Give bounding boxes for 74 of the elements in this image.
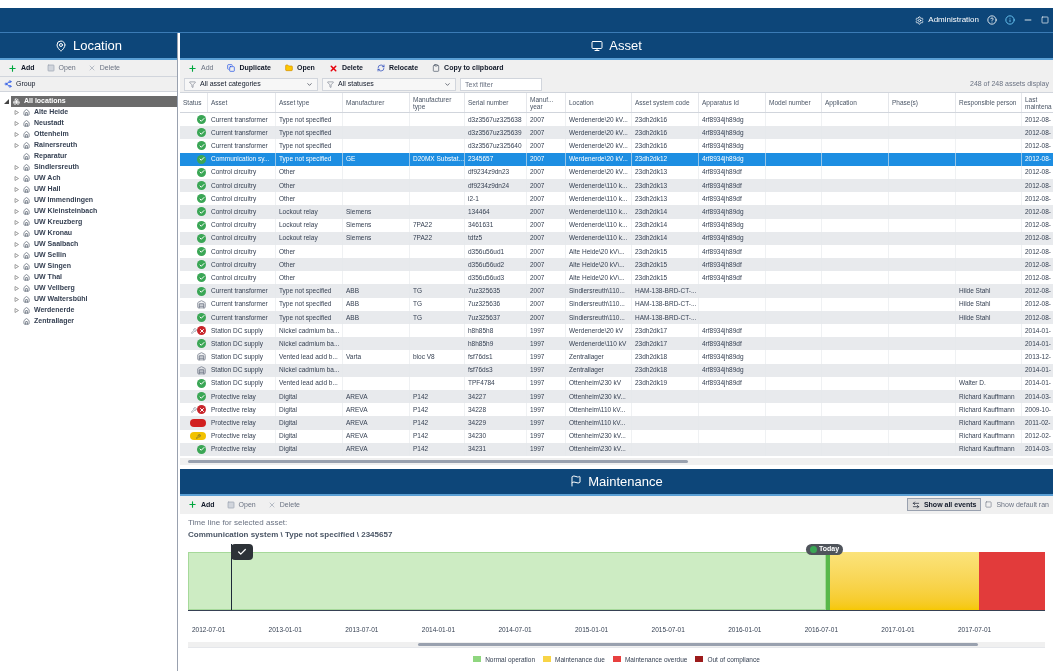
- expand-arrow-icon[interactable]: [14, 132, 19, 137]
- expand-arrow-icon[interactable]: [14, 110, 19, 115]
- panel-title: Asset: [609, 36, 642, 55]
- administration-button[interactable]: Administration: [915, 14, 979, 26]
- expand-arrow-icon[interactable]: [14, 165, 19, 170]
- swap-arrows-icon: [911, 500, 920, 509]
- filter-icon: [189, 80, 196, 88]
- expand-arrow-icon[interactable]: [14, 275, 19, 280]
- expand-arrow-icon[interactable]: [14, 286, 19, 291]
- house-icon: [23, 164, 30, 171]
- info-icon[interactable]: [1005, 15, 1015, 25]
- document-icon: [226, 500, 235, 509]
- expand-arrow-icon[interactable]: [14, 308, 19, 313]
- delete-icon: [328, 63, 338, 73]
- group-icon: [4, 80, 12, 88]
- check-icon: [237, 546, 247, 557]
- house-icon: [23, 296, 30, 303]
- expand-arrow-icon[interactable]: [14, 264, 19, 269]
- plus-icon: [188, 63, 197, 73]
- panel-title: Maintenance: [588, 472, 663, 491]
- selected-asset-path: Communication system \ Type not specified \ 2345657: [188, 528, 394, 541]
- document-icon: [46, 64, 55, 72]
- panel-title: Location: [72, 36, 123, 55]
- filter-icon: [327, 80, 334, 88]
- house-icon: [23, 142, 30, 149]
- house-icon: [23, 208, 30, 215]
- collapse-arrow-icon[interactable]: [4, 99, 9, 104]
- house-icon: [23, 153, 30, 160]
- expand-arrow-icon[interactable]: [14, 253, 19, 258]
- expand-arrow-icon[interactable]: [14, 176, 19, 181]
- expand-arrow-icon[interactable]: [14, 209, 19, 214]
- expand-arrow-icon[interactable]: [14, 143, 19, 148]
- house-icon: [23, 109, 30, 116]
- house-icon: [23, 120, 30, 127]
- location-icon: [54, 39, 67, 52]
- delete-icon: [87, 64, 96, 72]
- timeline-scrollbar[interactable]: [188, 641, 1045, 647]
- relocate-icon: [376, 64, 385, 72]
- house-icon: [23, 175, 30, 182]
- folder-icon: [285, 64, 293, 72]
- flag-icon: [570, 475, 583, 488]
- clipboard-icon: [432, 64, 441, 72]
- expand-arrow-icon[interactable]: [14, 121, 19, 126]
- checkbox-icon: [985, 501, 993, 509]
- plus-icon: [8, 63, 17, 73]
- expand-arrow-icon[interactable]: [14, 297, 19, 302]
- delete-icon: [267, 500, 276, 509]
- house-icon: [23, 318, 30, 325]
- house-icon: [23, 219, 30, 226]
- house-icon: [23, 274, 30, 281]
- house-icon: [23, 230, 30, 237]
- plus-icon: [188, 500, 197, 510]
- locations-icon: [13, 98, 20, 105]
- house-icon: [23, 263, 30, 270]
- maintenance-overdue-band: [978, 551, 1045, 610]
- house-icon: [23, 285, 30, 292]
- house-icon: [23, 197, 30, 204]
- settings-icon: [915, 15, 925, 25]
- horizontal-scrollbar[interactable]: [180, 457, 1053, 465]
- expand-arrow-icon[interactable]: [14, 220, 19, 225]
- house-icon: [23, 307, 30, 314]
- expand-arrow-icon[interactable]: [14, 187, 19, 192]
- expand-arrow-icon[interactable]: [14, 242, 19, 247]
- expand-arrow-icon[interactable]: [14, 198, 19, 203]
- house-icon: [23, 241, 30, 248]
- help-icon[interactable]: [987, 15, 997, 25]
- house-icon: [23, 131, 30, 138]
- asset-icon: [591, 39, 604, 52]
- timeline-caption: Time line for selected asset:: [188, 516, 289, 529]
- expand-arrow-icon[interactable]: [14, 231, 19, 236]
- house-icon: [23, 252, 30, 259]
- duplicate-icon: [227, 64, 236, 72]
- house-icon: [23, 186, 30, 193]
- maximize-icon[interactable]: [1041, 16, 1049, 24]
